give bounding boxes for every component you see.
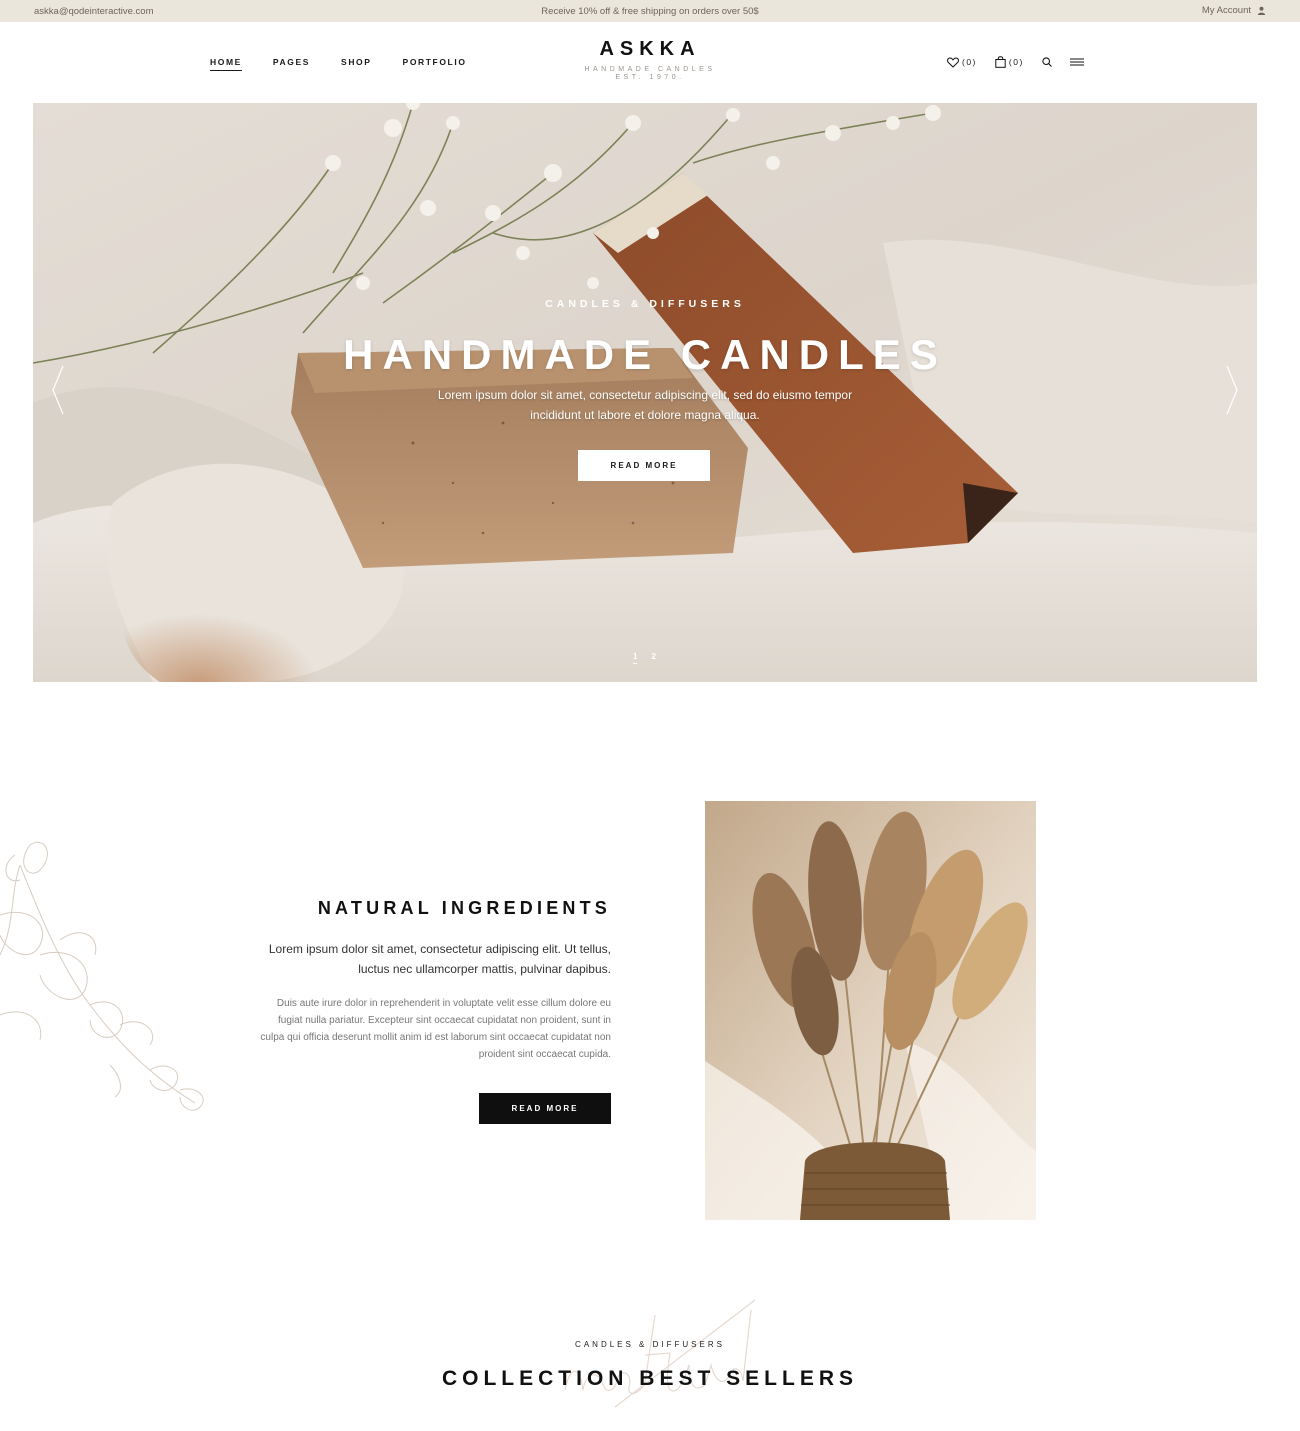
section-lead-text: Lorem ipsum dolor sit amet, consectetur … xyxy=(268,942,611,976)
user-icon xyxy=(1257,6,1266,15)
floral-illustration xyxy=(0,842,204,1111)
next-slide-arrow-icon[interactable] xyxy=(1225,365,1239,415)
cart-count: (0) xyxy=(1008,57,1024,67)
ingredients-read-more-button[interactable]: READ MORE xyxy=(479,1093,611,1124)
collection-eyebrow: CANDLES & DIFFUSERS xyxy=(575,1340,725,1349)
hero-subtext: Lorem ipsum dolor sit amet, consectetur … xyxy=(437,388,853,422)
hamburger-menu-icon[interactable] xyxy=(1069,58,1084,66)
shopping-bag-icon xyxy=(995,56,1006,68)
my-account-label: My Account xyxy=(1201,5,1251,16)
search-icon[interactable] xyxy=(1042,57,1052,67)
cart-button[interactable]: (0) xyxy=(995,56,1024,68)
nav-item-portfolio[interactable]: PORTFOLIO xyxy=(403,57,467,71)
top-bar: askka@qodeinteractive.com Receive 10% of… xyxy=(0,0,1300,22)
hero-headline: HANDMADE CANDLES xyxy=(343,331,947,378)
logo-est: EST. 1970. xyxy=(615,74,685,81)
collection-title: COLLECTION BEST SELLERS xyxy=(441,1367,858,1390)
main-nav: HOME PAGES SHOP PORTFOLIO xyxy=(210,57,467,71)
natural-ingredients-section: NATURAL INGREDIENTS Lorem ipsum dolor si… xyxy=(255,898,611,1063)
hero-slider: CANDLES & DIFFUSERS HANDMADE CANDLES Lor… xyxy=(33,103,1257,682)
logo-tagline: HANDMADE CANDLES xyxy=(584,66,716,73)
pampas-grass-photo xyxy=(705,801,1036,1220)
slider-page-2[interactable]: 2 xyxy=(651,652,655,664)
nav-item-home[interactable]: HOME xyxy=(210,57,242,71)
slider-pagination: 1 2 xyxy=(633,652,656,664)
natural-script-watermark xyxy=(564,1299,756,1408)
nav-item-shop[interactable]: SHOP xyxy=(341,57,372,71)
prev-slide-arrow-icon[interactable] xyxy=(51,365,65,415)
section-title: NATURAL INGREDIENTS xyxy=(317,898,611,918)
section-body-text: Duis aute irure dolor in reprehenderit i… xyxy=(260,998,611,1060)
header-actions: (0) (0) xyxy=(947,56,1084,68)
heart-icon xyxy=(947,56,959,68)
hero-read-more-button[interactable]: READ MORE xyxy=(578,450,710,481)
hero-eyebrow: CANDLES & DIFFUSERS xyxy=(545,298,745,310)
my-account-link[interactable]: My Account xyxy=(1202,5,1266,16)
wishlist-button[interactable]: (0) xyxy=(947,56,977,68)
promo-text: Receive 10% off & free shipping on order… xyxy=(541,6,759,17)
logo-brand: ASKKA xyxy=(599,38,701,60)
site-logo[interactable]: ASKKA HANDMADE CANDLES EST. 1970. xyxy=(550,38,750,81)
slider-page-1[interactable]: 1 xyxy=(633,652,638,664)
nav-item-pages[interactable]: PAGES xyxy=(273,57,310,71)
wishlist-count: (0) xyxy=(962,57,977,67)
